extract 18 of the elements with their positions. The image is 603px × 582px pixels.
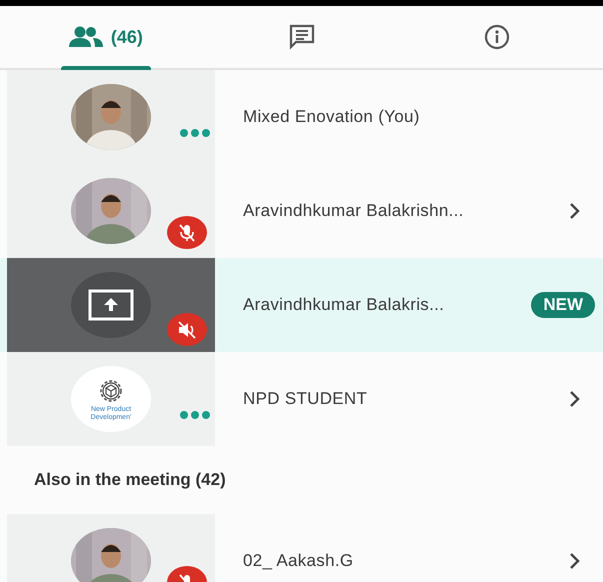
chevron-right-icon[interactable]: [569, 552, 581, 570]
people-icon: [68, 26, 103, 48]
participant-name: Aravindhkumar Balakris...: [242, 295, 446, 315]
participant-name: NPD STUDENT: [242, 389, 368, 409]
chevron-right-icon[interactable]: [569, 390, 581, 408]
chat-icon: [288, 24, 314, 50]
present-screen-icon: [88, 289, 134, 321]
participant-name: Mixed Enovation (You): [242, 107, 421, 127]
info-icon: [484, 24, 510, 50]
participant-row[interactable]: Mixed Enovation (You): [0, 70, 603, 164]
new-label: NEW: [531, 292, 595, 318]
tab[interactable]: (46): [8, 6, 204, 68]
participant-row[interactable]: Aravindhkumar Balakris... NEW: [0, 258, 603, 352]
participant-name: 02_ Aakash.G: [242, 551, 354, 571]
participant-name: Aravindhkumar Balakrishn...: [242, 201, 465, 221]
section-title: Also in the meeting (42): [34, 470, 226, 490]
participant-row[interactable]: 02_ Aakash.G: [0, 514, 603, 582]
chevron-right-icon[interactable]: [569, 202, 581, 220]
